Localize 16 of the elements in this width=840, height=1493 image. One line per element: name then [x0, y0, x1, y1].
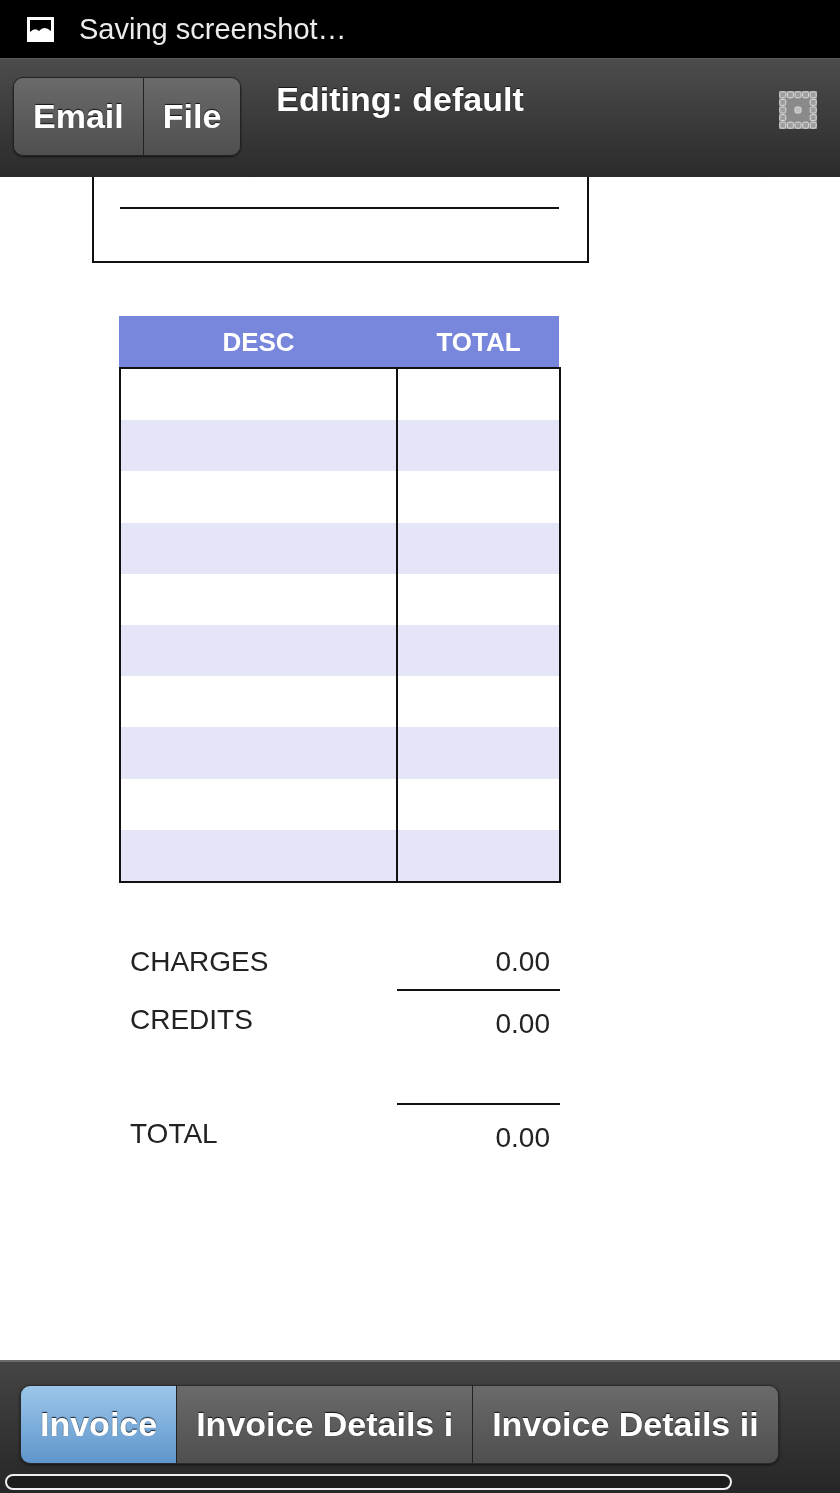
summary-amount: 0.00: [495, 944, 551, 979]
notification-text: Saving screenshot…: [79, 12, 347, 46]
summary-label: CREDITS: [129, 1002, 253, 1037]
image-icon: [27, 16, 54, 42]
summary-label: TOTAL: [129, 1116, 218, 1151]
sheet-tab[interactable]: Invoice Details i: [176, 1386, 473, 1463]
summary-label: CHARGES: [129, 944, 269, 979]
column-header: DESC: [222, 326, 295, 357]
editing-title: Editing: default: [276, 79, 524, 119]
toolbar-button[interactable]: Email: [14, 78, 143, 155]
summary-amount: 0.00: [495, 1006, 551, 1041]
sheet-tab[interactable]: Invoice Details ii: [472, 1386, 778, 1463]
grid-icon[interactable]: [779, 91, 817, 129]
toolbar-button[interactable]: File: [142, 78, 241, 155]
summary-amount: 0.00: [495, 1120, 551, 1155]
column-header: TOTAL: [436, 326, 521, 357]
